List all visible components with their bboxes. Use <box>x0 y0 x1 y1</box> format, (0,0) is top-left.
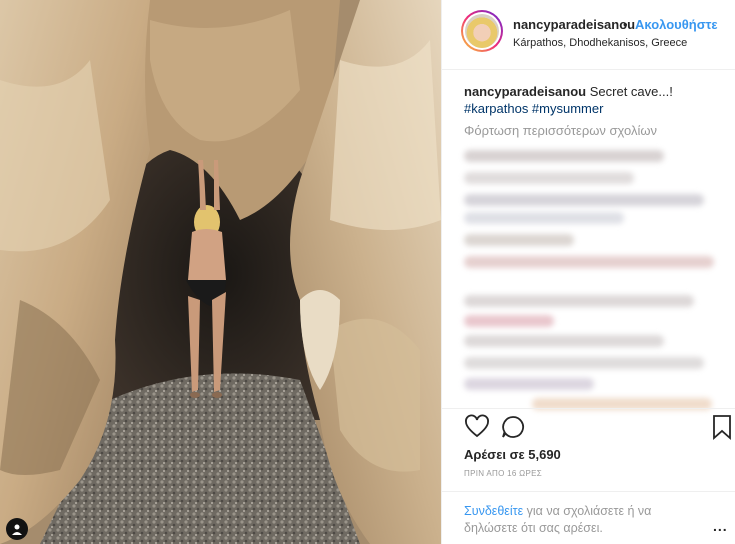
login-prompt: Συνδεθείτε για να σχολιάσετε ή να δηλώσε… <box>464 503 684 537</box>
likes-count[interactable]: Αρέσει σε 5,690 <box>464 447 561 462</box>
post-photo[interactable] <box>0 0 441 544</box>
avatar[interactable] <box>461 10 503 52</box>
hashtags[interactable]: #karpathos #mysummer <box>464 101 603 116</box>
location-link[interactable]: Kárpathos, Dhodhekanisos, Greece <box>513 37 687 49</box>
login-divider <box>442 491 735 492</box>
more-options-button[interactable]: ... <box>713 518 728 534</box>
login-link[interactable]: Συνδεθείτε <box>464 504 523 518</box>
bookmark-icon[interactable] <box>711 414 733 440</box>
username-link[interactable]: nancyparadeisanou <box>513 17 635 32</box>
user-tag-icon[interactable] <box>6 518 28 540</box>
load-more-comments-link[interactable]: Φόρτωση περισσότερων σχολίων <box>464 123 657 138</box>
separator-dot: • <box>623 17 628 32</box>
heart-icon[interactable] <box>464 414 490 440</box>
caption-text: Secret cave...! <box>589 84 673 99</box>
post-timestamp: ΠΡΙΝ ΑΠΟ 16 ΩΡΕΣ <box>464 469 542 478</box>
follow-button[interactable]: Ακολουθήστε <box>635 17 718 32</box>
comment-icon[interactable] <box>500 414 526 440</box>
post-sidebar: nancyparadeisanou • Ακολουθήστε Kárpatho… <box>441 0 735 544</box>
post-header: nancyparadeisanou • Ακολουθήστε Kárpatho… <box>442 0 735 70</box>
cave-photo-image <box>0 0 441 544</box>
caption-username[interactable]: nancyparadeisanou <box>464 84 586 99</box>
post-caption: nancyparadeisanou Secret cave...! #karpa… <box>464 83 724 117</box>
actions-divider <box>442 408 735 410</box>
